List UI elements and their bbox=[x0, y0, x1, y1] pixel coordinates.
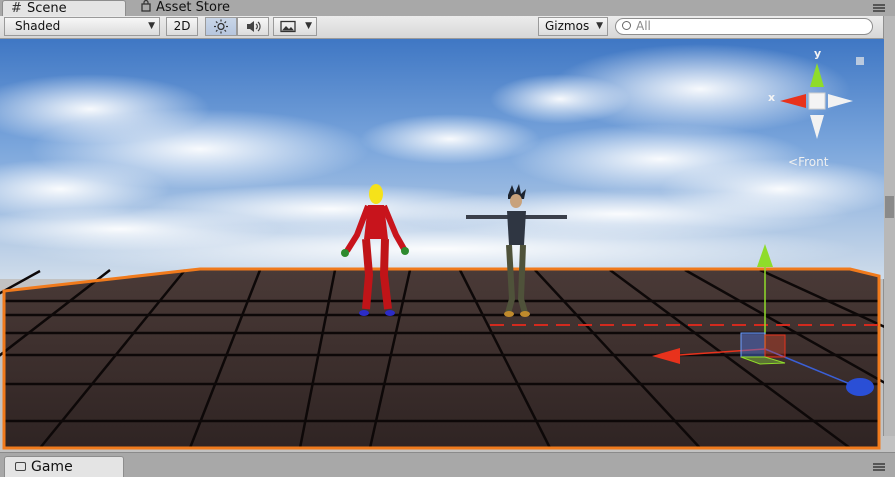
editor-tab-bar: # Scene Asset Store bbox=[0, 0, 895, 17]
chevron-down-icon: ▼ bbox=[148, 21, 155, 31]
tab-asset-store-label: Asset Store bbox=[156, 0, 231, 15]
chevron-left-icon: < bbox=[788, 155, 799, 169]
scene-lighting-toggle[interactable] bbox=[205, 17, 237, 36]
speaker-icon bbox=[247, 21, 261, 32]
image-icon bbox=[280, 20, 296, 33]
panel-menu-icon[interactable] bbox=[873, 4, 885, 12]
shading-mode-dropdown[interactable]: Shaded ▼ bbox=[4, 17, 160, 36]
z-axis-handle bbox=[846, 378, 874, 396]
tab-scene[interactable]: # Scene bbox=[2, 0, 126, 16]
chevron-down-icon: ▼ bbox=[305, 21, 312, 31]
tab-asset-store[interactable]: Asset Store bbox=[132, 0, 262, 16]
view-direction-text: Front bbox=[798, 155, 829, 169]
sun-icon bbox=[214, 19, 228, 34]
hierarchy-search-input[interactable]: All bbox=[615, 18, 873, 35]
shading-mode-value: Shaded bbox=[15, 19, 61, 33]
gizmo-x-label: x bbox=[768, 91, 776, 104]
bottom-tab-bar: Game bbox=[0, 452, 895, 477]
grid-icon: # bbox=[11, 1, 22, 16]
tab-game[interactable]: Game bbox=[4, 456, 124, 477]
gizmos-dropdown[interactable]: Gizmos ▼ bbox=[538, 17, 608, 36]
scrollbar-thumb[interactable] bbox=[885, 196, 894, 218]
game-controller-icon bbox=[15, 462, 26, 471]
tab-scene-label: Scene bbox=[27, 1, 67, 16]
scene-audio-toggle[interactable] bbox=[237, 17, 269, 36]
search-icon bbox=[622, 21, 631, 30]
shopping-bag-icon bbox=[140, 0, 152, 16]
gizmos-label: Gizmos bbox=[545, 19, 590, 33]
toggle-2d-label: 2D bbox=[173, 19, 191, 33]
scene-effects-dropdown[interactable]: ▼ bbox=[273, 17, 317, 36]
search-placeholder: All bbox=[636, 19, 651, 33]
toggle-2d-button[interactable]: 2D bbox=[166, 17, 198, 36]
gizmo-y-label: y bbox=[814, 47, 822, 60]
tab-game-label: Game bbox=[31, 459, 73, 475]
view-direction-label[interactable]: <Front bbox=[788, 155, 828, 169]
vertical-scrollbar[interactable] bbox=[883, 16, 895, 436]
chevron-down-icon: ▼ bbox=[596, 21, 603, 31]
scene-viewport[interactable]: x y <Front bbox=[0, 39, 884, 451]
panel-menu-icon[interactable] bbox=[873, 463, 885, 471]
scene-toolbar: Shaded ▼ 2D ▼ Gizmos ▼ All bbox=[0, 16, 895, 39]
